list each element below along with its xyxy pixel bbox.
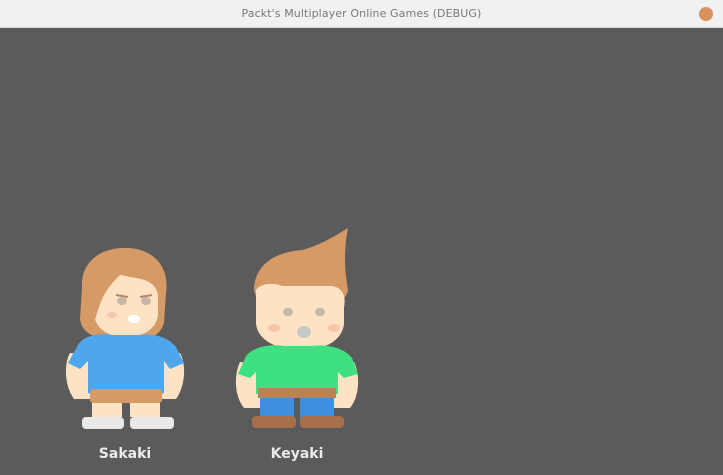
window-title: Packt's Multiplayer Online Games (DEBUG) [241, 7, 482, 20]
close-window-button[interactable] [699, 7, 713, 21]
character-name-keyaki: Keyaki [270, 446, 324, 462]
title-bar[interactable]: Packt's Multiplayer Online Games (DEBUG) [0, 0, 723, 28]
character-keyaki[interactable]: Keyaki [232, 228, 362, 468]
character-sakaki[interactable]: Sakaki [60, 243, 190, 463]
sakaki-sprite [65, 247, 185, 429]
game-window: Packt's Multiplayer Online Games (DEBUG) [0, 0, 723, 475]
game-viewport: Sakaki Keyaki [0, 28, 723, 475]
keyaki-sprite [235, 228, 359, 428]
character-name-sakaki: Sakaki [98, 446, 152, 462]
